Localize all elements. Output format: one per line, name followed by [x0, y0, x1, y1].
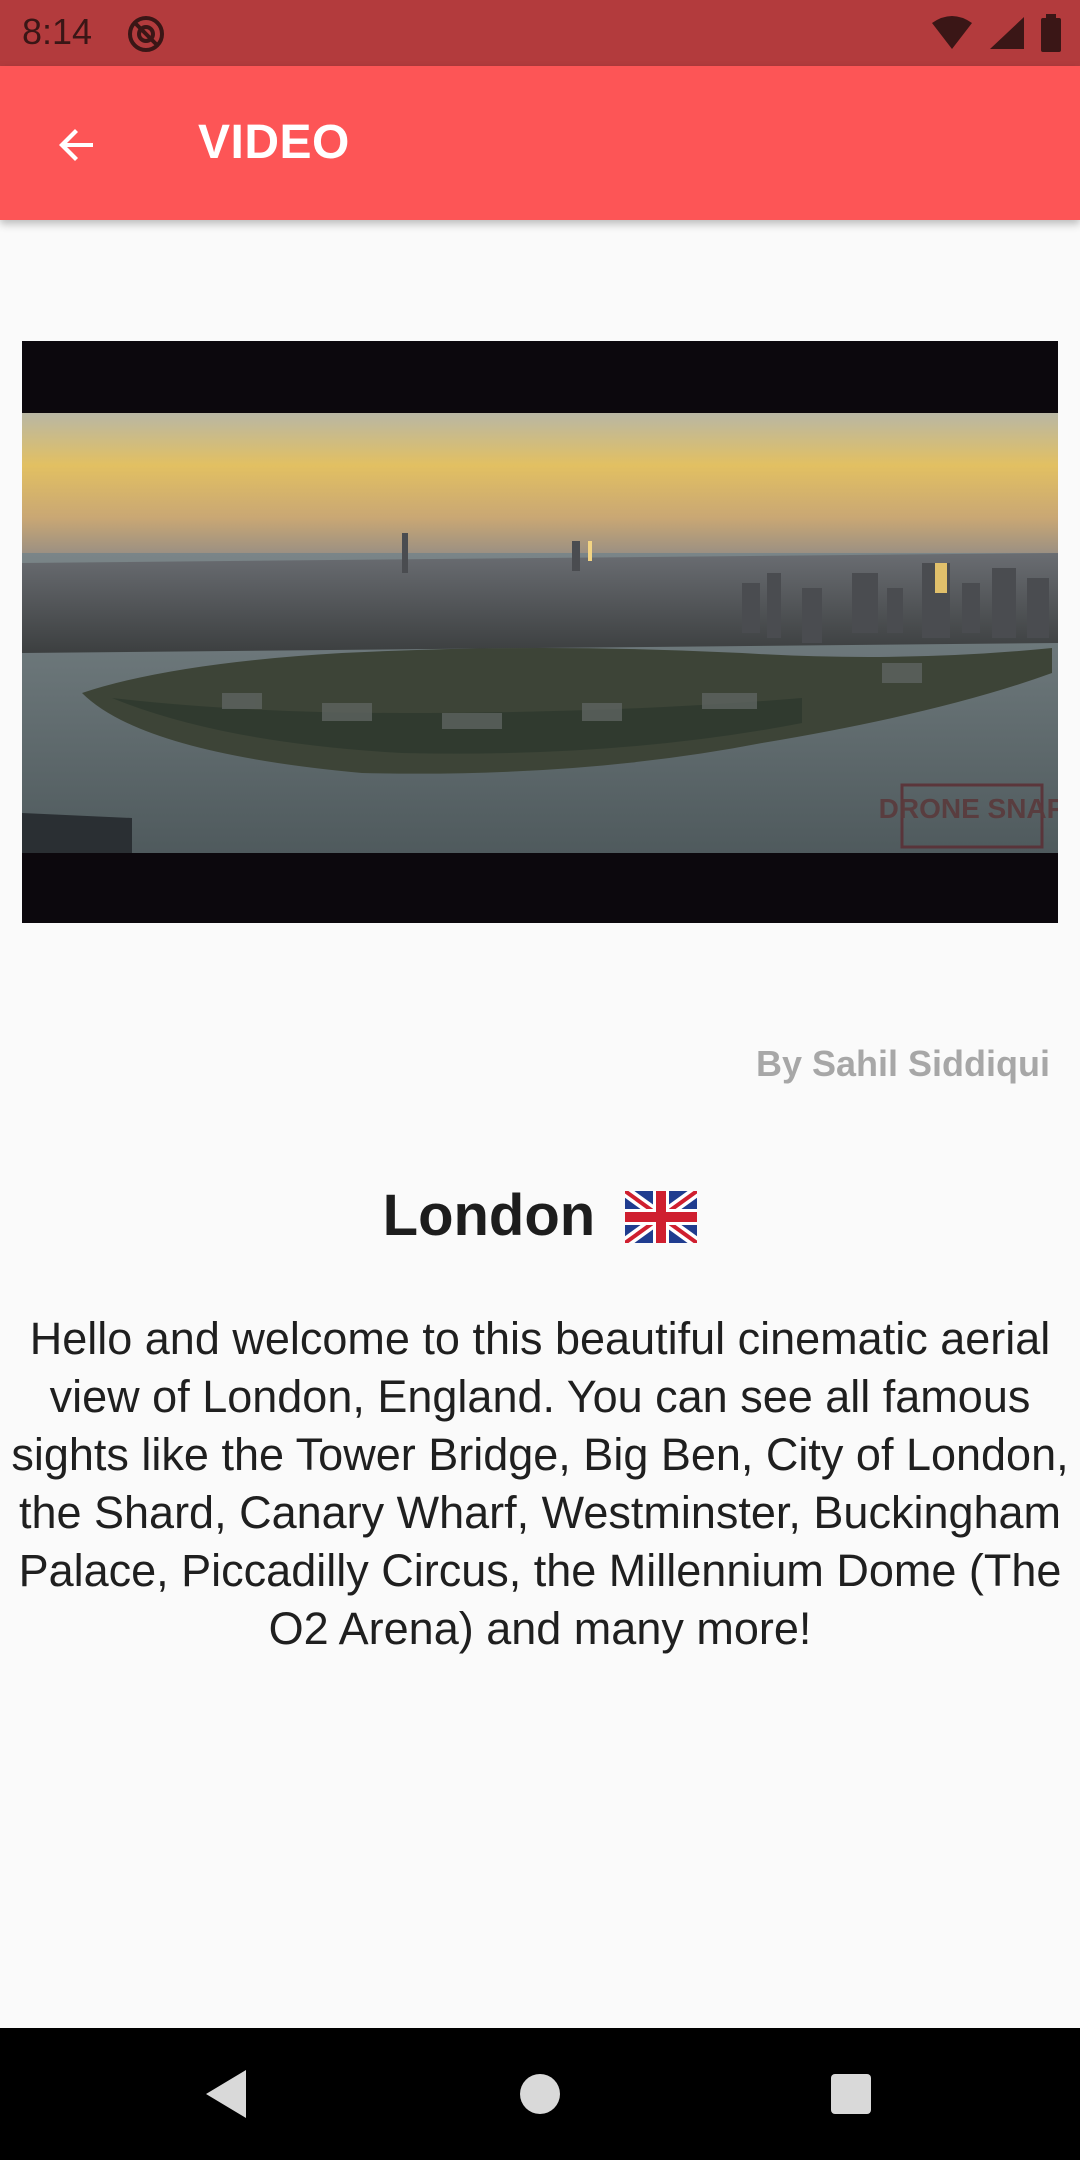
nav-home-button[interactable]: [518, 2066, 562, 2127]
nav-recents-button[interactable]: [828, 2066, 874, 2127]
home-circle-icon: [520, 2074, 560, 2114]
back-triangle-icon: [206, 2070, 246, 2118]
page-title: VIDEO: [198, 116, 350, 169]
arrow-back-icon: [59, 129, 93, 161]
video-player[interactable]: DRONE SNAP: [22, 341, 1058, 923]
system-nav-bar: [0, 2028, 1080, 2160]
uk-flag-icon: [622, 1186, 701, 1257]
author-label: By Sahil Siddiqui: [755, 1043, 1050, 1084]
status-time: 8:14: [22, 11, 93, 52]
place-title: London: [0, 1182, 1080, 1257]
battery-icon: [1040, 14, 1062, 57]
nav-back-button[interactable]: [200, 2066, 250, 2127]
recents-square-icon: [831, 2074, 871, 2114]
svg-text:DRONE SNAP: DRONE SNAP: [879, 793, 1058, 824]
back-button[interactable]: [48, 116, 106, 174]
signal-icon: [988, 15, 1026, 56]
sync-icon: [126, 14, 166, 59]
wifi-icon: [930, 15, 974, 56]
status-bar: 8:14: [0, 0, 1080, 66]
place-name: London: [382, 1183, 596, 1248]
video-frame: DRONE SNAP: [22, 413, 1058, 853]
video-description: Hello and welcome to this beautiful cine…: [11, 1313, 1069, 1654]
app-bar: VIDEO: [0, 66, 1080, 220]
london-aerial-image: DRONE SNAP: [22, 413, 1058, 853]
